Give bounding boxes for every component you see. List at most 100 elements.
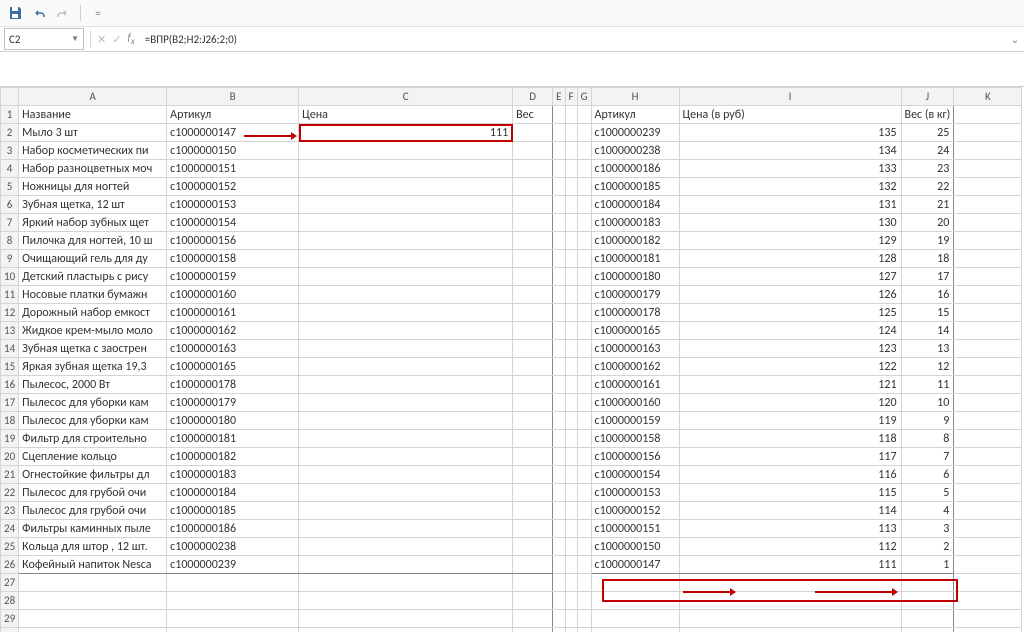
row-header-10[interactable]: 10	[1, 268, 19, 286]
cell[interactable]	[954, 376, 1022, 394]
row-header-2[interactable]: 2	[1, 124, 19, 142]
cell[interactable]	[513, 268, 553, 286]
cell[interactable]	[565, 250, 577, 268]
cell[interactable]: с1000000185	[591, 178, 679, 196]
cell[interactable]	[565, 232, 577, 250]
cell[interactable]: с1000000182	[591, 232, 679, 250]
cell[interactable]	[954, 520, 1022, 538]
cell[interactable]	[565, 214, 577, 232]
cell[interactable]	[299, 556, 513, 574]
cell[interactable]	[565, 106, 577, 124]
cell[interactable]	[553, 340, 565, 358]
row-header-29[interactable]: 29	[1, 610, 19, 628]
cell[interactable]	[553, 268, 565, 286]
cell[interactable]: 8	[901, 430, 954, 448]
cell[interactable]	[565, 358, 577, 376]
cell[interactable]: с1000000239	[591, 124, 679, 142]
cell[interactable]	[954, 484, 1022, 502]
cell[interactable]	[299, 196, 513, 214]
cell[interactable]: 3	[901, 520, 954, 538]
cell[interactable]: 134	[679, 142, 901, 160]
cell[interactable]	[679, 628, 901, 632]
cell[interactable]: Артикул	[591, 106, 679, 124]
col-header-C[interactable]: C	[299, 88, 513, 106]
formula-input[interactable]: =ВПР(B2;H2:J26;2;0)	[141, 29, 1006, 49]
col-header-A[interactable]: A	[19, 88, 167, 106]
cell[interactable]	[954, 394, 1022, 412]
cell[interactable]	[553, 286, 565, 304]
cell[interactable]: 6	[901, 466, 954, 484]
cell[interactable]	[954, 430, 1022, 448]
cell[interactable]: Кольца для штор , 12 шт.	[19, 538, 167, 556]
cell[interactable]	[513, 556, 553, 574]
cell[interactable]	[565, 286, 577, 304]
cell[interactable]	[513, 430, 553, 448]
row-header-19[interactable]: 19	[1, 430, 19, 448]
cell[interactable]	[553, 394, 565, 412]
cell[interactable]: с1000000152	[591, 502, 679, 520]
cell[interactable]: с1000000160	[591, 394, 679, 412]
spreadsheet-grid[interactable]: ABCDEFGHIJK 1НазваниеАртикулЦенаВесАртик…	[0, 87, 1024, 632]
cell[interactable]: Яркий набор зубных щет	[19, 214, 167, 232]
cell[interactable]	[565, 160, 577, 178]
col-header-F[interactable]: F	[565, 88, 577, 106]
cell[interactable]: с1000000238	[167, 538, 299, 556]
customize-icon[interactable]: =	[89, 4, 107, 22]
cell[interactable]	[565, 574, 577, 592]
row-header-16[interactable]: 16	[1, 376, 19, 394]
cell[interactable]	[565, 538, 577, 556]
cell[interactable]: с1000000239	[167, 556, 299, 574]
cell[interactable]: с1000000181	[167, 430, 299, 448]
cell[interactable]: с1000000162	[591, 358, 679, 376]
cell[interactable]: с1000000180	[591, 268, 679, 286]
cell[interactable]	[553, 160, 565, 178]
col-header-D[interactable]: D	[513, 88, 553, 106]
cell[interactable]: Вес	[513, 106, 553, 124]
cell[interactable]: 4	[901, 502, 954, 520]
cell[interactable]: 112	[679, 538, 901, 556]
cell[interactable]	[565, 178, 577, 196]
cell[interactable]	[553, 574, 565, 592]
cell[interactable]: с1000000147	[167, 124, 299, 142]
cell[interactable]	[19, 628, 167, 632]
cell[interactable]	[299, 232, 513, 250]
cell[interactable]	[954, 592, 1022, 610]
cell[interactable]	[901, 610, 954, 628]
cell[interactable]	[553, 448, 565, 466]
cell[interactable]	[954, 538, 1022, 556]
cell[interactable]	[513, 484, 553, 502]
cell[interactable]: 14	[901, 322, 954, 340]
cell[interactable]: 25	[901, 124, 954, 142]
name-box[interactable]: C2 ▼	[4, 28, 84, 50]
cell[interactable]: 113	[679, 520, 901, 538]
cell[interactable]	[954, 250, 1022, 268]
cell[interactable]	[679, 592, 901, 610]
row-header-6[interactable]: 6	[1, 196, 19, 214]
cell[interactable]: 7	[901, 448, 954, 466]
cell[interactable]	[591, 592, 679, 610]
cell[interactable]	[299, 574, 513, 592]
cell[interactable]: 2	[901, 538, 954, 556]
cell[interactable]: 12	[901, 358, 954, 376]
cell[interactable]: с1000000186	[167, 520, 299, 538]
cell[interactable]	[553, 466, 565, 484]
row-header-12[interactable]: 12	[1, 304, 19, 322]
cell[interactable]: с1000000179	[591, 286, 679, 304]
cell[interactable]: 23	[901, 160, 954, 178]
col-header-B[interactable]: B	[167, 88, 299, 106]
cell[interactable]	[299, 394, 513, 412]
cell[interactable]	[299, 520, 513, 538]
cell[interactable]: 130	[679, 214, 901, 232]
cell[interactable]: с1000000159	[167, 268, 299, 286]
cell[interactable]: 22	[901, 178, 954, 196]
cell[interactable]	[513, 448, 553, 466]
cell[interactable]: 20	[901, 214, 954, 232]
cell[interactable]	[513, 304, 553, 322]
cell[interactable]: 125	[679, 304, 901, 322]
row-header-23[interactable]: 23	[1, 502, 19, 520]
cell[interactable]	[954, 628, 1022, 632]
cell[interactable]	[577, 592, 591, 610]
cell[interactable]: 11	[901, 376, 954, 394]
cell[interactable]	[513, 214, 553, 232]
cell[interactable]	[513, 520, 553, 538]
